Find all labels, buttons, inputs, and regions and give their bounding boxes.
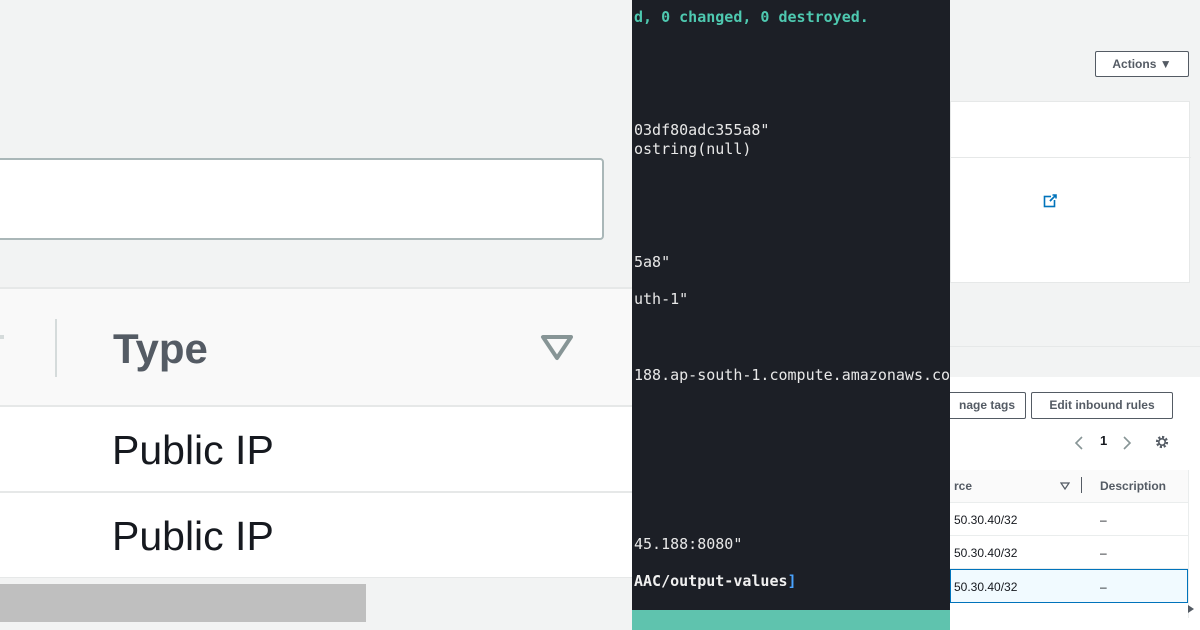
rules-table-header: rce Description — [950, 470, 1188, 503]
horizontal-scrollbar[interactable] — [0, 584, 366, 622]
chevron-left-icon[interactable] — [1074, 435, 1084, 451]
column-header-type[interactable]: Type — [113, 325, 208, 373]
edit-inbound-rules-button[interactable]: Edit inbound rules — [1031, 392, 1173, 419]
source-cell: 50.30.40/32 — [954, 580, 1018, 594]
card-divider — [951, 157, 1191, 158]
column-divider[interactable] — [1081, 477, 1082, 493]
type-cell: Public IP — [112, 513, 274, 559]
column-divider — [0, 335, 4, 339]
terminal-line: ostring(null) — [634, 140, 752, 158]
vertical-scrollbar[interactable] — [1188, 470, 1200, 618]
terminal-line: uth-1" — [634, 290, 689, 308]
terminal-prompt: AAC/output-values] — [634, 572, 797, 590]
manage-tags-button[interactable]: nage tags — [950, 392, 1026, 419]
left-panel: Type Public IP Public IP — [0, 0, 632, 630]
prompt-path: AAC/output-values — [634, 572, 788, 590]
actions-button[interactable]: Actions ▼ — [1095, 51, 1189, 77]
terminal-status-bar — [632, 610, 950, 630]
sort-down-icon[interactable] — [1060, 481, 1070, 491]
table-row[interactable]: 50.30.40/32 – — [950, 503, 1188, 536]
column-header-source[interactable]: rce — [954, 479, 972, 493]
card-topbar — [950, 347, 1200, 377]
terminal-line: 03df80adc355a8" — [634, 121, 770, 139]
prompt-bracket: ] — [787, 572, 797, 590]
gear-icon[interactable] — [1154, 434, 1170, 450]
right-panel: Actions ▼ nage tags Edit inbound rules 1… — [950, 0, 1200, 630]
terminal-line: 45.188:8080" — [634, 535, 743, 553]
sort-down-icon[interactable] — [540, 334, 574, 362]
chevron-right-icon[interactable] — [1122, 435, 1132, 451]
table-header — [0, 287, 632, 407]
terminal-panel: d, 0 changed, 0 destroyed. 03df80adc355a… — [632, 0, 950, 630]
source-cell: 50.30.40/32 — [954, 546, 1018, 560]
terminal-line: 188.ap-south-1.compute.amazonaws.com" — [634, 366, 950, 384]
scroll-right-icon[interactable] — [1186, 604, 1196, 614]
type-cell: Public IP — [112, 427, 274, 473]
description-cell: – — [1100, 546, 1107, 560]
terminal-line: d, 0 changed, 0 destroyed. — [634, 8, 869, 26]
details-card — [950, 101, 1191, 283]
column-header-description[interactable]: Description — [1100, 479, 1166, 493]
filter-input[interactable] — [0, 158, 604, 240]
table-row[interactable]: 50.30.40/32 – — [950, 536, 1188, 569]
description-cell: – — [1100, 580, 1107, 594]
source-cell: 50.30.40/32 — [954, 513, 1018, 527]
table-row-selected[interactable]: 50.30.40/32 – — [950, 569, 1188, 603]
page-number[interactable]: 1 — [1100, 433, 1107, 448]
table-row[interactable]: Public IP — [0, 493, 632, 579]
table-row[interactable]: Public IP — [0, 407, 632, 493]
terminal-line: 5a8" — [634, 253, 671, 271]
column-divider — [55, 319, 57, 377]
description-cell: – — [1100, 513, 1107, 527]
external-link-icon[interactable] — [1043, 194, 1057, 208]
